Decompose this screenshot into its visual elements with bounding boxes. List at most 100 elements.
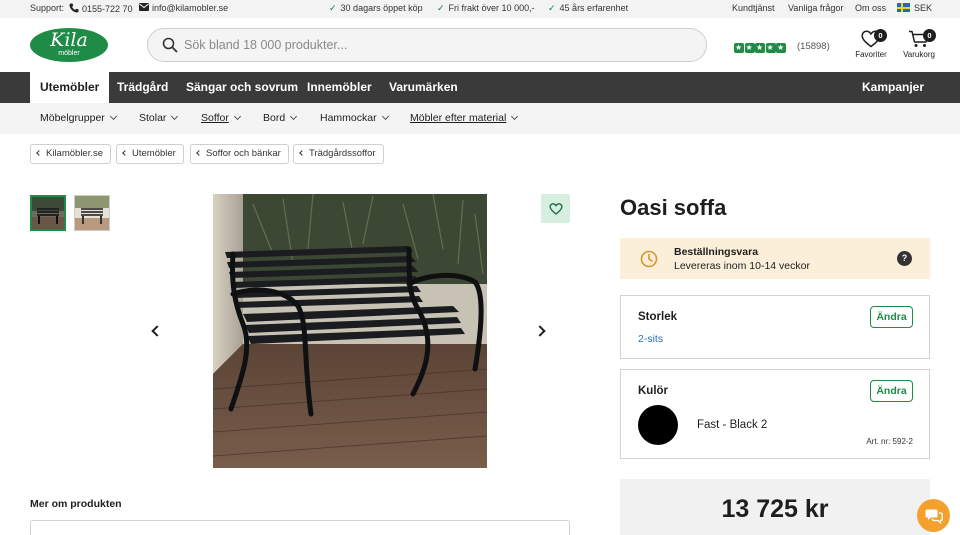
chevron-left-icon <box>299 150 305 156</box>
search-icon <box>162 37 178 53</box>
link-customer-service[interactable]: Kundtjänst <box>732 3 775 13</box>
subnav-label: Stolar <box>139 112 167 124</box>
favorites-label: Favoriter <box>855 50 887 59</box>
more-about-product-heading: Mer om produkten <box>30 498 122 510</box>
breadcrumb-label: Utemöbler <box>132 148 176 159</box>
check-icon: ✓ <box>437 3 445 13</box>
usp-item: ✓ 30 dagars öppet köp <box>329 3 423 14</box>
product-price: 13 725 kr <box>721 495 829 523</box>
phone-link[interactable]: 0155-722 70 <box>69 3 133 14</box>
change-size-button[interactable]: Ändra <box>870 306 913 328</box>
breadcrumb-label: Trädgårdssoffor <box>309 148 376 159</box>
subnav-item-mobelgrupper[interactable]: Möbelgrupper <box>40 112 117 124</box>
breadcrumb-label: Kilamöbler.se <box>46 148 104 159</box>
color-value: Fast - Black 2 <box>697 419 768 431</box>
check-icon: ✓ <box>329 3 337 13</box>
rating-stars[interactable] <box>734 40 787 58</box>
main-nav: Utemöbler Trädgård Sängar och sovrum Inn… <box>0 72 960 103</box>
chevron-left-icon <box>196 150 202 156</box>
usp-text: 45 års erfarenhet <box>559 3 629 13</box>
subnav-label: Bord <box>263 112 286 124</box>
delivery-notice: Beställningsvara Levereras inom 10-14 ve… <box>620 238 930 279</box>
chat-icon <box>925 509 943 524</box>
phone-icon <box>69 3 79 13</box>
clock-icon <box>640 250 658 268</box>
logo-wordmark: Kila <box>50 29 88 51</box>
chevron-down-icon <box>290 112 298 121</box>
price-box: 13 725 kr <box>620 479 930 535</box>
currency-selector[interactable]: SEK <box>897 3 932 13</box>
add-to-favorites-button[interactable] <box>541 194 570 223</box>
bench-thumbnail-image <box>75 196 109 230</box>
logo-subtitle: möbler <box>58 50 80 57</box>
color-swatch <box>638 405 678 445</box>
usp-text: Fri frakt över 10 000,- <box>448 3 535 13</box>
link-faq[interactable]: Vanliga frågor <box>788 3 843 13</box>
subnav-label: Möbler efter material <box>410 112 507 124</box>
change-color-button[interactable]: Ändra <box>870 380 913 402</box>
delivery-text: Levereras inom 10-14 veckor <box>674 260 810 272</box>
nav-item-tradgard[interactable]: Trädgård <box>107 72 178 103</box>
sweden-flag-icon <box>897 3 910 12</box>
help-icon[interactable]: ? <box>897 251 912 266</box>
star-icon <box>776 43 786 53</box>
email-link[interactable]: info@kilamobler.se <box>139 3 228 13</box>
mail-icon <box>139 3 149 11</box>
next-image-arrow-icon[interactable] <box>534 325 546 337</box>
logo[interactable]: Kila möbler <box>30 28 108 62</box>
size-label: Storlek <box>638 311 677 323</box>
nav-item-varumarken[interactable]: Varumärken <box>379 72 468 103</box>
star-icon <box>765 43 776 53</box>
search-input[interactable] <box>184 36 684 54</box>
breadcrumb-item[interactable]: Trädgårdssoffor <box>293 144 384 164</box>
nav-item-innemobler[interactable]: Innemöbler <box>297 72 382 103</box>
chevron-down-icon <box>233 112 241 121</box>
nav-item-kampanjer[interactable]: Kampanjer <box>852 72 934 103</box>
top-bar: Support: 0155-722 70 info@kilamobler.se … <box>0 0 960 18</box>
thumbnail-2[interactable] <box>74 195 110 231</box>
thumbnail-1[interactable] <box>30 195 66 231</box>
subnav-item-hammockar[interactable]: Hammockar <box>320 112 389 124</box>
sub-nav: Möbelgrupper Stolar Soffor Bord Hammocka… <box>0 103 960 134</box>
nav-item-sangar[interactable]: Sängar och sovrum <box>176 72 308 103</box>
star-icon <box>734 43 744 53</box>
delivery-title: Beställningsvara <box>674 246 759 258</box>
support-label: Support: <box>30 3 65 13</box>
favorites-count-badge: 0 <box>874 29 887 42</box>
star-icon <box>744 43 755 53</box>
star-icon <box>755 43 765 53</box>
color-option: Kulör Ändra Fast - Black 2 Art. nr: 592-… <box>620 369 930 459</box>
article-number: Art. nr: 592-2 <box>866 437 913 446</box>
nav-item-utemobler[interactable]: Utemöbler <box>30 72 110 103</box>
prev-image-arrow-icon[interactable] <box>151 325 163 337</box>
search-bar[interactable] <box>147 28 707 62</box>
chat-button[interactable] <box>917 499 950 532</box>
link-about[interactable]: Om oss <box>855 3 886 13</box>
currency-label: SEK <box>914 3 933 13</box>
subnav-item-bord[interactable]: Bord <box>263 112 298 124</box>
breadcrumb-item[interactable]: Utemöbler <box>116 144 184 164</box>
bench-photo <box>213 194 487 468</box>
subnav-item-soffor[interactable]: Soffor <box>201 112 241 124</box>
subnav-item-stolar[interactable]: Stolar <box>139 112 179 124</box>
subnav-item-material[interactable]: Möbler efter material <box>410 112 519 124</box>
review-count[interactable]: (15898) <box>797 41 830 52</box>
breadcrumb-item[interactable]: Kilamöbler.se <box>30 144 112 164</box>
chevron-left-icon <box>36 150 42 156</box>
size-value[interactable]: 2-sits <box>638 333 663 345</box>
breadcrumb-label: Soffor och bänkar <box>206 148 281 159</box>
check-icon: ✓ <box>548 3 556 13</box>
email-address: info@kilamobler.se <box>152 3 229 13</box>
chevron-down-icon <box>109 112 117 121</box>
chevron-down-icon <box>171 112 179 121</box>
cart-label: Varukorg <box>903 50 935 59</box>
breadcrumb-item[interactable]: Soffor och bänkar <box>190 144 289 164</box>
subnav-label: Möbelgrupper <box>40 112 105 124</box>
usp-item: ✓ 45 års erfarenhet <box>548 3 628 14</box>
chevron-down-icon <box>381 112 389 121</box>
usp-item: ✓ Fri frakt över 10 000,- <box>437 3 535 14</box>
product-description-box[interactable] <box>30 520 570 535</box>
page-title: Oasi soffa <box>620 195 727 220</box>
heart-icon <box>549 203 563 215</box>
product-image <box>213 194 487 468</box>
